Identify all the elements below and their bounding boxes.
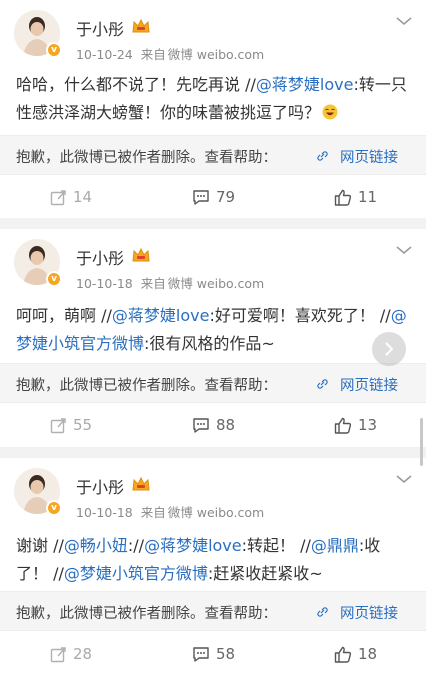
post-date: 10-10-18 [76,505,133,520]
repost-icon [50,646,66,662]
post-actions: 28 58 18 [0,636,426,674]
source-prefix: 来自 [140,276,166,291]
laugh-emoji-icon [322,104,338,120]
mention-link[interactable]: @畅小妞 [64,536,128,555]
post-card: v 于小彤 10-10-24 来自 微博 weibo.com 哈哈，什么都不说了！先… [0,0,426,218]
comment-count: 79 [216,188,236,206]
post-text-segment: :好可爱啊！喜欢死了！ // [209,306,391,325]
comment-icon [193,646,209,662]
like-icon [334,646,352,663]
post-text: 哈哈，什么都不说了！先吃再说 //@蒋梦婕love:转一只性感洪泽湖大螃蟹！你的… [16,71,412,127]
like-icon [334,189,352,206]
chevron-down-icon[interactable] [394,14,414,28]
vip-crown-icon [132,18,150,33]
link-icon [317,151,328,161]
username[interactable]: 于小彤 [76,245,124,269]
deleted-message: 抱歉，此微博已被作者删除。查看帮助： [16,606,277,622]
like-button[interactable]: 13 [334,416,377,434]
post-text-segment: 谢谢 // [16,536,64,555]
mention-link[interactable]: @蒋梦婕love [256,75,354,94]
verified-badge-icon: v [46,271,62,287]
like-button[interactable]: 18 [334,645,377,663]
post-card: v 于小彤 10-10-18 来自 微博 weibo.com 谢谢 //@畅小妞:/… [0,458,426,680]
web-link[interactable]: 网页链接 [340,374,398,395]
source-prefix: 来自 [140,47,166,62]
like-count: 18 [358,645,378,663]
post-text: 谢谢 //@畅小妞://@蒋梦婕love:转起！ //@鼎鼎:收了！ //@梦婕… [16,532,412,588]
repost-count: 14 [73,188,93,206]
like-count: 13 [358,416,378,434]
comment-button[interactable]: 79 [192,188,235,206]
deleted-notice: 抱歉，此微博已被作者删除。查看帮助： 网页链接 [0,135,426,175]
post-text-segment: :很有风格的作品~ [144,334,275,353]
repost-button[interactable]: 28 [50,645,92,663]
comment-button[interactable]: 58 [192,645,235,663]
post-meta: 10-10-18 来自 微博 weibo.com [76,502,272,521]
vip-crown-icon [132,476,150,491]
chevron-down-icon[interactable] [394,243,414,257]
repost-button[interactable]: 55 [50,416,92,434]
mention-link[interactable]: @梦婕小筑官方微博 [64,564,208,583]
comment-count: 88 [216,416,236,434]
vip-crown-icon [132,247,150,262]
post-actions: 14 79 11 [0,179,426,217]
repost-button[interactable]: 14 [50,188,92,206]
post-text-segment: 哈哈，什么都不说了！先吃再说 // [16,75,256,94]
comment-count: 58 [216,645,236,663]
post-text-segment: :转起！ // [241,536,311,555]
post-meta: 10-10-18 来自 微博 weibo.com [76,273,272,292]
post-actions: 55 88 13 [0,407,426,445]
comment-icon [193,417,209,433]
post-text-segment: :// [127,536,145,555]
post-meta: 10-10-24 来自 微博 weibo.com [76,44,272,63]
verified-badge-icon: v [46,42,62,58]
next-button[interactable] [372,332,406,366]
mention-link[interactable]: @蒋梦婕love [144,536,242,555]
post-date: 10-10-18 [76,276,133,291]
post-text-segment: 呵呵，萌啊 // [16,306,112,325]
deleted-message: 抱歉，此微博已被作者删除。查看帮助： [16,150,277,166]
web-link[interactable]: 网页链接 [340,602,398,623]
deleted-notice: 抱歉，此微博已被作者删除。查看帮助： 网页链接 [0,591,426,631]
link-icon [317,379,328,389]
deleted-notice: 抱歉，此微博已被作者删除。查看帮助： 网页链接 [0,363,426,403]
post-header: v 于小彤 10-10-18 来自 微博 weibo.com [0,458,426,520]
post-date: 10-10-24 [76,47,133,62]
comment-icon [193,189,209,205]
source-prefix: 来自 [140,505,166,520]
post-source: 微博 weibo.com [167,47,265,62]
comment-button[interactable]: 88 [192,416,235,434]
post-text: 呵呵，萌啊 //@蒋梦婕love:好可爱啊！喜欢死了！ //@梦婕小筑官方微博:… [16,302,412,358]
post-card: v 于小彤 10-10-18 来自 微博 weibo.com 呵呵，萌啊 //@蒋梦… [0,229,426,447]
repost-icon [50,417,66,433]
post-source: 微博 weibo.com [167,276,265,291]
username[interactable]: 于小彤 [76,16,124,40]
username[interactable]: 于小彤 [76,474,124,498]
next-arrow-icon [385,342,394,356]
mention-link[interactable]: @鼎鼎 [311,536,359,555]
mention-link[interactable]: @蒋梦婕love [112,306,210,325]
like-icon [334,417,352,434]
web-link[interactable]: 网页链接 [340,146,398,167]
link-icon [317,607,328,617]
verified-badge-icon: v [46,500,62,516]
repost-count: 28 [73,645,93,663]
like-count: 11 [358,188,378,206]
post-header: v 于小彤 10-10-18 来自 微博 weibo.com [0,229,426,291]
post-header: v 于小彤 10-10-24 来自 微博 weibo.com [0,0,426,62]
post-source: 微博 weibo.com [167,505,265,520]
chevron-down-icon[interactable] [394,472,414,486]
repost-count: 55 [73,416,93,434]
scrollbar[interactable] [420,418,423,466]
like-button[interactable]: 11 [334,188,377,206]
deleted-message: 抱歉，此微博已被作者删除。查看帮助： [16,378,277,394]
post-text-segment: :赶紧收赶紧收~ [207,564,323,583]
repost-icon [50,189,66,205]
